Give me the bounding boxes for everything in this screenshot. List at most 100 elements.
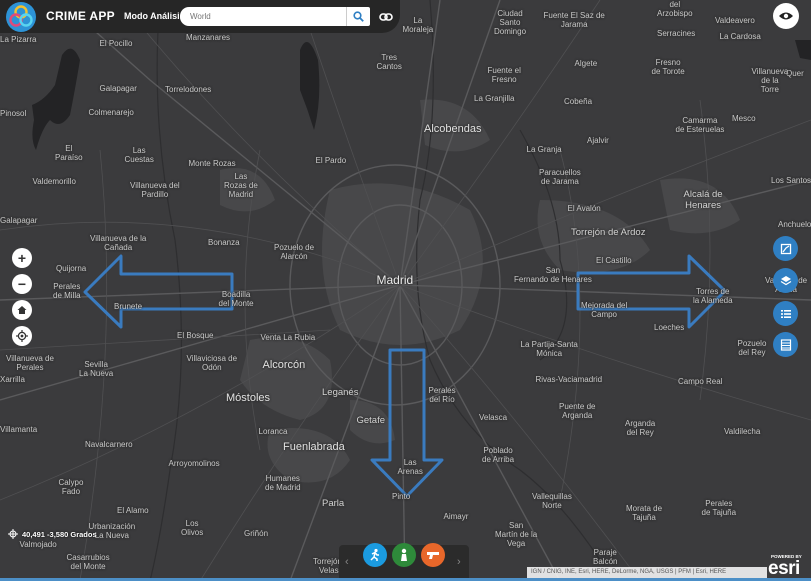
crosshair-icon (8, 529, 18, 539)
place-label: Pozuelo de Alarcón (274, 243, 315, 261)
link-icon (379, 13, 393, 21)
place-label: Pozuelo del Rey (737, 339, 767, 357)
prev-tool-button[interactable]: ‹ (345, 556, 349, 568)
place-label: Villanueva de la Cañada (90, 234, 147, 252)
place-label: Puente de Arganda (559, 402, 596, 420)
place-label: Xarrilla (0, 374, 25, 384)
place-label: Fuenlabrada (283, 441, 345, 453)
place-label: Loranca (258, 426, 288, 436)
table-button[interactable] (773, 332, 798, 357)
search-input[interactable] (180, 7, 348, 26)
place-label: Vallequillas Norte (532, 492, 572, 510)
tool-analysis-button[interactable] (363, 543, 387, 567)
person-icon (401, 548, 407, 561)
place-label: Las Rozas de Madrid (224, 171, 258, 199)
place-label: Leganés (322, 386, 359, 398)
place-label: Cobeña (564, 96, 593, 106)
map-attribution: IGN / CNIG, INE, Esri, HERE, DeLorme, NG… (527, 567, 767, 578)
place-label: La Partija-Santa Mónica (520, 340, 578, 358)
place-label: Las Arenas (397, 458, 423, 476)
esri-logo[interactable]: esri (768, 558, 800, 580)
place-label: Morata de Tajuña (626, 504, 663, 522)
table-icon (780, 338, 791, 351)
place-label: Villanueva del Pardillo (130, 181, 180, 199)
place-label: Villaviciosa de Odón (186, 354, 238, 372)
place-label: Los Olivos (181, 519, 204, 537)
search-icon (353, 11, 364, 22)
tool-person-button[interactable] (392, 543, 416, 567)
place-label: El Pardo (315, 155, 347, 165)
share-link-button[interactable] (376, 7, 396, 27)
home-button[interactable] (12, 300, 32, 320)
place-label: Poblado de Arriba (482, 446, 515, 464)
place-label: Quer (786, 68, 804, 78)
place-label: Tres Cantos (376, 53, 402, 71)
place-label: del Arzobispo (657, 0, 693, 18)
place-label: Valmojado (19, 539, 57, 549)
place-label: San Martín de la Vega (495, 520, 538, 548)
place-label: San Fernando de Henares (514, 266, 592, 284)
place-label: Perales de Milla (53, 282, 81, 300)
app-logo (6, 2, 36, 32)
place-label: Humanes de Madrid (265, 474, 301, 492)
zoom-in-button[interactable]: + (12, 248, 32, 268)
place-label: El Paraíso (55, 144, 83, 162)
visibility-button[interactable] (773, 3, 799, 29)
layers-button[interactable] (773, 268, 798, 293)
coordinate-text: 40,491 -3,580 Grados (22, 529, 97, 539)
place-label: Campo Real (678, 376, 723, 386)
place-label: Valdeavero (715, 15, 755, 25)
basemap-gallery-button[interactable] (773, 236, 798, 261)
place-label: Pinosol (0, 108, 27, 118)
tool-weapon-button[interactable] (421, 543, 445, 567)
place-label: Alcalá de Henares (683, 189, 723, 211)
place-label: Brunete (114, 301, 143, 311)
place-label: Perales de Tajuña (701, 499, 737, 517)
place-label: El Castillo (596, 255, 632, 265)
place-label: El Pocillo (99, 38, 133, 48)
place-label: Torrejón de Ardoz (571, 226, 646, 238)
map-icon (780, 243, 791, 254)
place-label: Algete (574, 58, 598, 68)
layers-icon (780, 275, 791, 285)
place-label: Fuente el Fresno (487, 66, 521, 84)
place-label: Casarrubios del Monte (66, 553, 110, 571)
place-label: Boadilla del Monte (218, 290, 254, 308)
place-label: Getafe (356, 414, 386, 426)
place-label: Monte Rozas (188, 158, 236, 168)
locate-icon (16, 330, 28, 342)
place-label: Serracines (657, 28, 696, 38)
zoom-out-button[interactable]: − (12, 274, 32, 294)
place-label: La Granjilla (474, 93, 515, 103)
place-label: Griñón (244, 528, 269, 538)
place-label: Galapagar (0, 215, 38, 225)
place-label: El Bosque (177, 330, 214, 340)
gun-icon (427, 552, 439, 559)
place-label: El Alamo (117, 505, 149, 515)
place-label: Anchuelo (778, 219, 811, 229)
place-label: Sevilla La Nueva (79, 360, 114, 378)
place-label: Alcorcón (262, 359, 306, 371)
place-label: Valdemorillo (32, 176, 76, 186)
next-tool-button[interactable]: › (457, 556, 461, 568)
place-label: Torres de la Alameda (693, 287, 733, 305)
place-label: Las Cuestas (124, 146, 154, 164)
place-label: Torrelodones (165, 84, 212, 94)
place-label: Ciudad Santo Domingo (494, 8, 527, 36)
place-label: Fuente El Saz de Jarama (543, 11, 605, 29)
locate-button[interactable] (12, 326, 32, 346)
search-button[interactable] (346, 7, 370, 26)
app-header: CRIME APP Modo Análisis (0, 0, 400, 33)
list-icon (780, 309, 791, 318)
mode-label[interactable]: Modo Análisis (124, 11, 185, 21)
home-icon (17, 306, 27, 314)
place-label: Ajalvir (587, 135, 609, 145)
place-label: Colmenarejo (88, 107, 134, 117)
place-label: Galapagar (99, 83, 137, 93)
legend-button[interactable] (773, 301, 798, 326)
place-label: Rivas-Vaciamadrid (535, 374, 603, 384)
place-label: La Granja (526, 144, 562, 154)
place-label: La Cardosa (719, 31, 761, 41)
place-label: Arroyomolinos (168, 458, 220, 468)
place-label: Bonanza (208, 237, 240, 247)
